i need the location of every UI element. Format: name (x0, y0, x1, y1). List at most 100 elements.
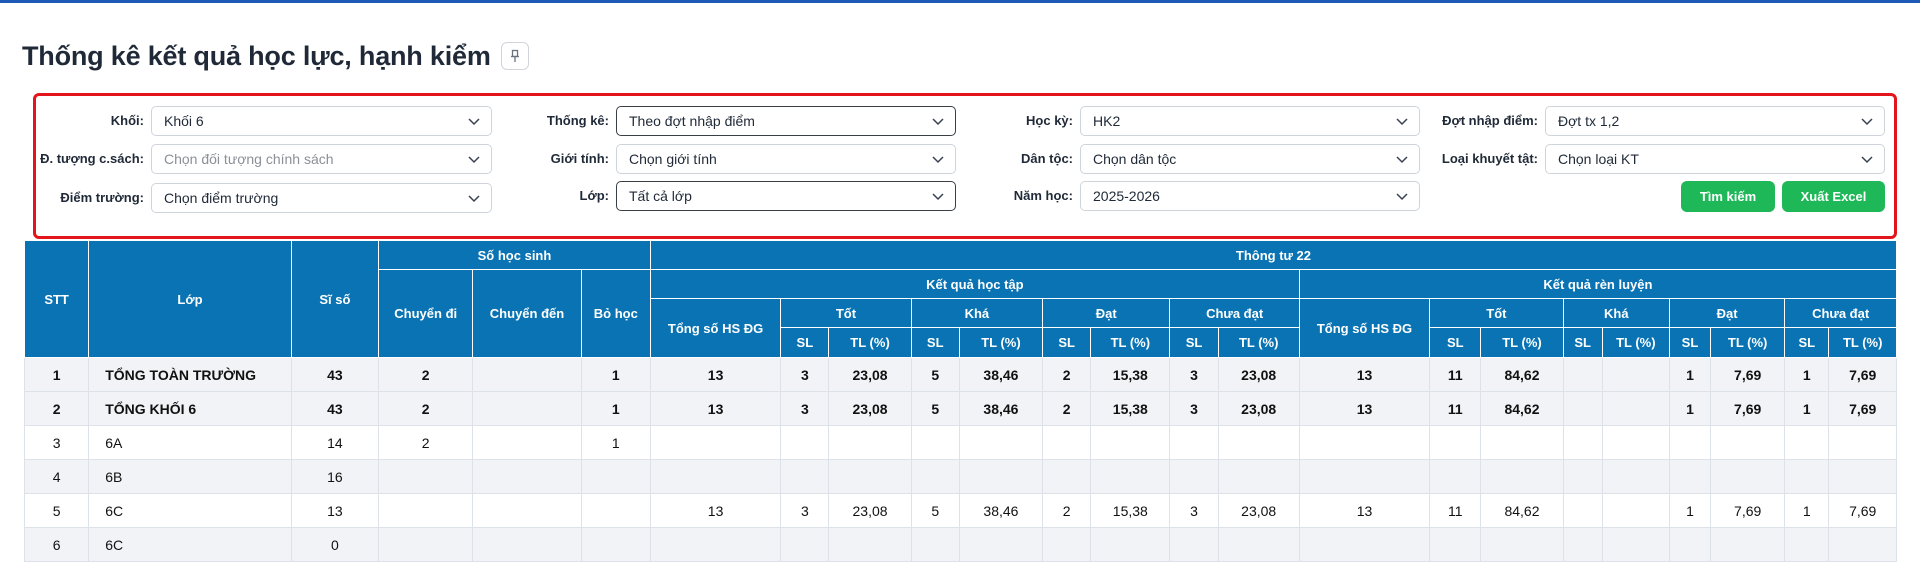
col-rl-chua-dat: Chưa đạt (1784, 298, 1897, 328)
export-excel-button[interactable]: Xuất Excel (1782, 181, 1885, 212)
cell-rl-kha-sl (1562, 357, 1603, 392)
khuyet-tat-select[interactable]: Chọn loại KT (1545, 144, 1885, 174)
cell-stt: 5 (23, 493, 90, 528)
cell-rl-kha-sl (1562, 493, 1603, 528)
lop-select[interactable]: Tất cả lớp (616, 181, 956, 211)
chevron-down-icon (932, 156, 944, 164)
cell-rl-dat-sl (1668, 459, 1712, 494)
cell-rl-dat-sl: 1 (1668, 357, 1712, 392)
diem-truong-select[interactable]: Chọn điểm trường (151, 183, 492, 213)
cell-ht-cd-sl: 3 (1169, 357, 1219, 392)
col-tl: TL (%) (1828, 327, 1897, 358)
col-sl: SL (1562, 327, 1603, 358)
cell-rl-cd-sl: 1 (1784, 493, 1830, 528)
col-tl: TL (%) (958, 327, 1044, 358)
pin-button[interactable] (500, 42, 529, 70)
cell-chuyen-di (378, 459, 474, 494)
dan-toc-select[interactable]: Chọn dân tộc (1080, 144, 1420, 174)
col-sl: SL (1784, 327, 1830, 358)
page-header: Thống kê kết quả học lực, hạnh kiểm (22, 38, 529, 74)
cell-si-so: 43 (290, 391, 380, 426)
cell-ht-tot-tl (828, 425, 912, 460)
cell-rl-kha-sl (1562, 391, 1603, 426)
cell-ht-tong (649, 527, 782, 562)
cell-rl-cd-sl (1784, 425, 1830, 460)
diem-truong-label: Điểm trường: (60, 190, 144, 205)
top-accent-bar (0, 0, 1920, 3)
cell-rl-kha-sl (1562, 459, 1603, 494)
col-so-hoc-sinh: Số học sinh (378, 240, 651, 270)
doi-tuong-select[interactable]: Chọn đối tượng chính sách (151, 144, 492, 174)
cell-rl-kha-sl (1562, 527, 1603, 562)
cell-si-so: 13 (290, 493, 380, 528)
hoc-ky-label: Học kỳ: (1026, 113, 1073, 128)
cell-rl-kha-tl (1601, 493, 1670, 528)
cell-ht-tot-tl: 23,08 (828, 493, 912, 528)
col-tl: TL (%) (1480, 327, 1564, 358)
cell-ht-kha-tl (958, 425, 1044, 460)
col-rl-tong-so: Tổng số HS ĐG (1298, 298, 1431, 358)
nam-hoc-select[interactable]: 2025-2026 (1080, 181, 1420, 211)
cell-lop: 6C (88, 493, 292, 528)
cell-bo-hoc (580, 493, 651, 528)
chevron-down-icon (1396, 193, 1408, 201)
cell-rl-kha-tl (1601, 357, 1670, 392)
cell-rl-tot-sl: 11 (1429, 391, 1482, 426)
cell-ht-tot-sl: 3 (780, 493, 830, 528)
cell-ht-dat-sl (1042, 425, 1092, 460)
cell-ht-tot-tl: 23,08 (828, 357, 912, 392)
cell-rl-tong: 13 (1298, 357, 1431, 392)
cell-rl-cd-sl: 1 (1784, 391, 1830, 426)
cell-rl-tot-tl: 84,62 (1480, 493, 1564, 528)
cell-bo-hoc: 1 (580, 425, 651, 460)
cell-stt: 1 (23, 357, 90, 392)
cell-lop: 6B (88, 459, 292, 494)
col-lop: Lớp (88, 240, 292, 358)
search-button[interactable]: Tìm kiếm (1681, 181, 1775, 212)
col-ht-chua-dat: Chưa đạt (1169, 298, 1300, 328)
cell-ht-dat-tl (1090, 459, 1171, 494)
cell-ht-tong: 13 (649, 391, 782, 426)
chevron-down-icon (1861, 118, 1873, 126)
thong-ke-select[interactable]: Theo đợt nhập điểm (616, 106, 956, 136)
cell-ht-cd-sl (1169, 527, 1219, 562)
cell-rl-tot-sl (1429, 425, 1482, 460)
pin-icon (510, 49, 519, 62)
cell-bo-hoc (580, 527, 651, 562)
cell-rl-cd-tl: 7,69 (1828, 391, 1897, 426)
cell-rl-tong (1298, 459, 1431, 494)
col-rl-dat: Đạt (1668, 298, 1786, 328)
khuyet-tat-value: Chọn loại KT (1558, 151, 1639, 167)
cell-rl-cd-sl: 1 (1784, 357, 1830, 392)
hoc-ky-select[interactable]: HK2 (1080, 106, 1420, 136)
cell-rl-tot-tl (1480, 425, 1564, 460)
col-si-so: Sĩ số (290, 240, 380, 358)
cell-rl-dat-sl: 1 (1668, 493, 1712, 528)
khoi-select[interactable]: Khối 6 (151, 106, 492, 136)
gioi-tinh-select[interactable]: Chọn giới tính (616, 144, 956, 174)
cell-rl-tot-sl: 11 (1429, 493, 1482, 528)
cell-ht-tot-sl: 3 (780, 357, 830, 392)
cell-si-so: 14 (290, 425, 380, 460)
cell-bo-hoc (580, 459, 651, 494)
nam-hoc-label: Năm học: (1013, 188, 1073, 203)
cell-ht-kha-sl (910, 425, 960, 460)
dot-nhap-select[interactable]: Đợt tx 1,2 (1545, 106, 1885, 136)
khoi-label: Khối: (110, 113, 144, 128)
table-row: 6 6C 0 (23, 527, 1897, 562)
cell-bo-hoc: 1 (580, 357, 651, 392)
chevron-down-icon (1396, 118, 1408, 126)
col-rl-kha: Khá (1562, 298, 1670, 328)
cell-ht-dat-sl: 2 (1042, 357, 1092, 392)
chevron-down-icon (468, 118, 480, 126)
col-ht-dat: Đạt (1042, 298, 1171, 328)
cell-rl-dat-sl (1668, 425, 1712, 460)
chevron-down-icon (468, 156, 480, 164)
cell-stt: 4 (23, 459, 90, 494)
cell-ht-kha-sl: 5 (910, 391, 960, 426)
col-kq-hoc-tap: Kết quả học tập (649, 269, 1300, 299)
cell-ht-tong (649, 425, 782, 460)
results-table: STT Lớp Sĩ số Số học sinh Thông tư 22 Ch… (23, 240, 1898, 562)
cell-chuyen-den (472, 493, 582, 528)
cell-rl-tot-tl: 84,62 (1480, 391, 1564, 426)
